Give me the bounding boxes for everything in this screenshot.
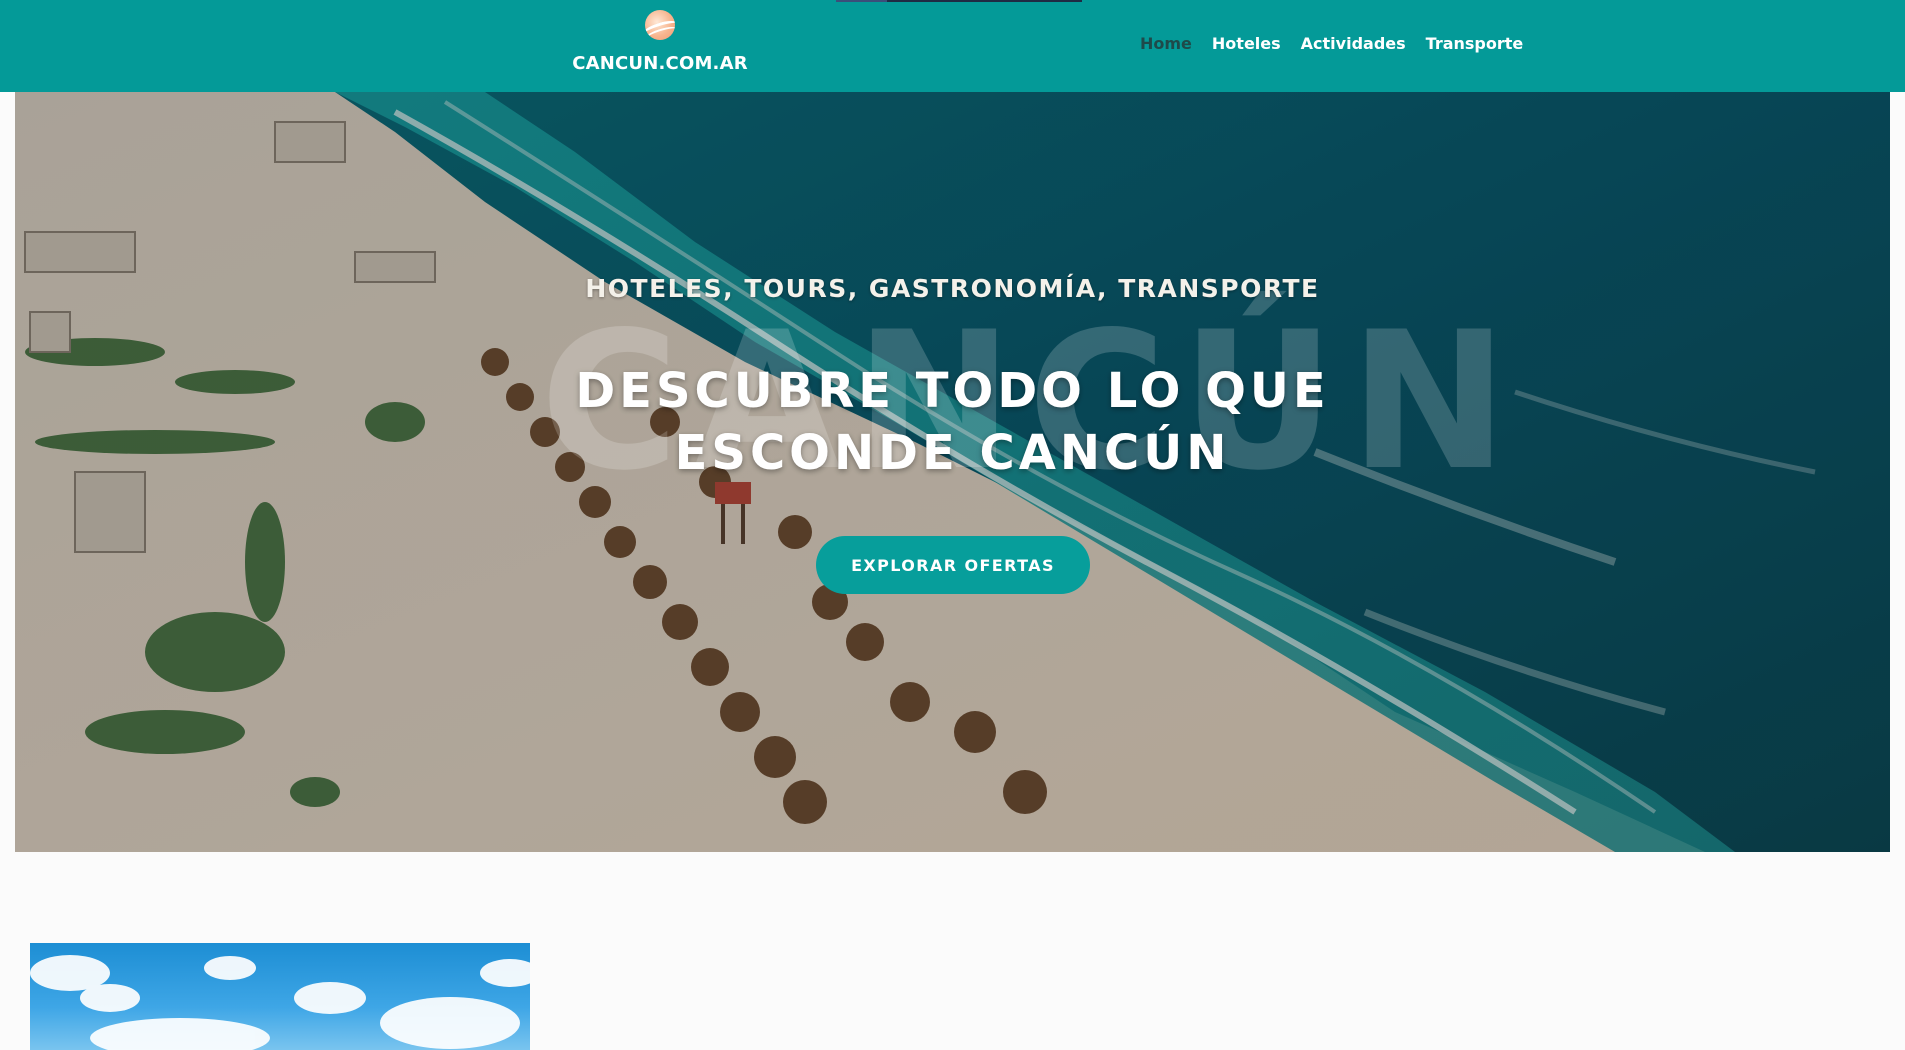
top-strip [836, 0, 1082, 2]
nav-actividades[interactable]: Actividades [1301, 34, 1406, 53]
sky-card-image[interactable] [30, 943, 530, 1050]
main-nav: Home Hoteles Actividades Transporte [1140, 34, 1523, 53]
sky-clouds-photo [30, 955, 530, 1050]
brand-name[interactable]: CANCUN.COM.AR [560, 53, 760, 74]
explore-offers-button[interactable]: EXPLORAR OFERTAS [816, 536, 1090, 594]
hero-kicker: HOTELES, TOURS, GASTRONOMÍA, TRANSPORTE [585, 274, 1320, 303]
site-header: CANCUN.COM.AR Home Hoteles Actividades T… [0, 0, 1905, 92]
sun-wave-logo-icon[interactable] [645, 10, 675, 40]
hero-title-line-2: ESCONDE CANCÚN [674, 425, 1231, 481]
hero-title: DESCUBRE TODO LO QUE ESCONDE CANCÚN [15, 360, 1890, 484]
hero-title-line-1: DESCUBRE TODO LO QUE [575, 363, 1330, 419]
nav-home[interactable]: Home [1140, 34, 1192, 53]
nav-transporte[interactable]: Transporte [1426, 34, 1524, 53]
nav-hoteles[interactable]: Hoteles [1212, 34, 1281, 53]
hero-banner: CANCÚN HOTELES, TOURS, GASTRONOMÍA, TRAN… [15, 92, 1890, 852]
